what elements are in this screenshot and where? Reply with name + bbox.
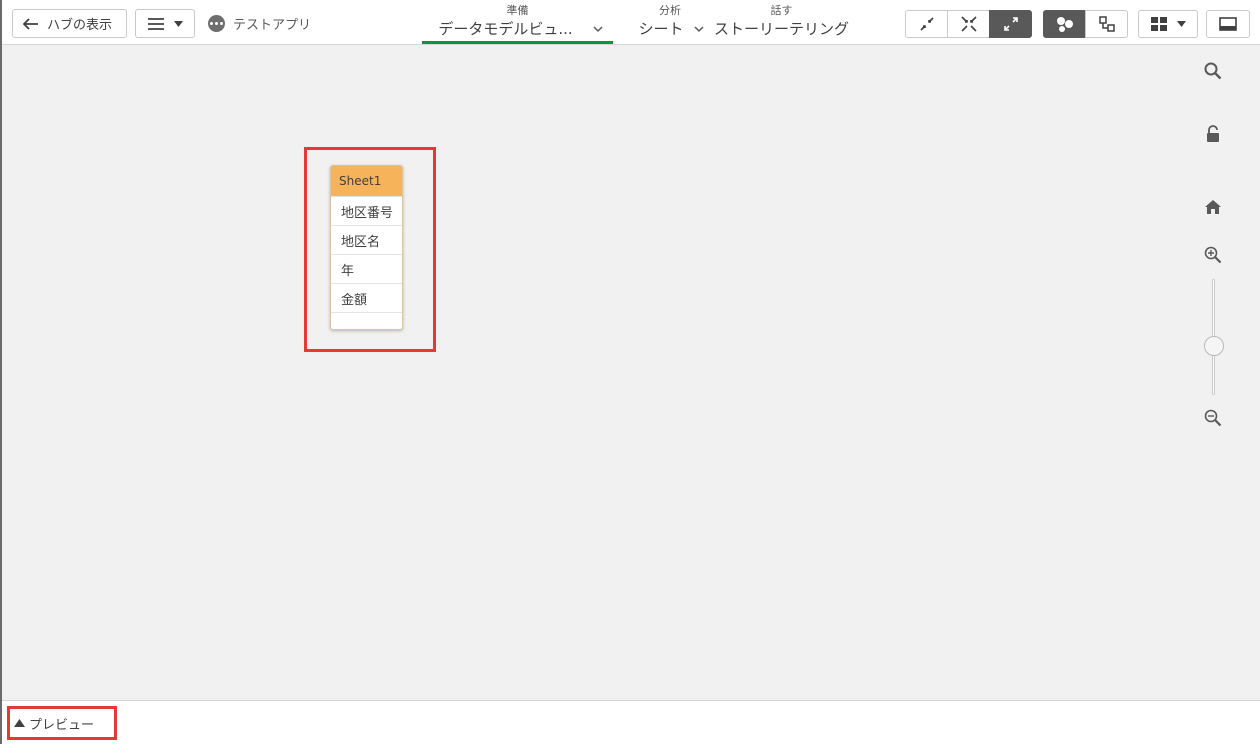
hamburger-icon [147,17,164,30]
search-button[interactable] [1197,59,1229,83]
zoom-out-icon [1204,409,1222,427]
layout-button[interactable] [1138,10,1198,38]
contract-arrows-icon [960,16,977,32]
table-footer [331,312,402,329]
chevron-down-icon[interactable] [694,26,704,33]
source-view-button[interactable] [1085,10,1128,38]
collapse-all-button[interactable] [905,10,948,38]
caret-down-icon [173,20,183,27]
table-card[interactable]: Sheet1 地区番号 地区名 年 金額 [330,165,403,330]
preview-toggle-button[interactable]: プレビュー [14,713,94,733]
table-field[interactable]: 金額 [331,283,402,312]
show-fields-button[interactable] [947,10,990,38]
expand-collapse-group [905,10,1032,38]
zoom-in-button[interactable] [1197,243,1229,267]
show-hub-button[interactable]: ハブの表示 [12,9,127,38]
table-field[interactable]: 年 [331,254,402,283]
panel-icon [1219,17,1237,31]
show-hub-label: ハブの表示 [47,18,113,33]
search-icon [1204,62,1222,80]
canvas-tools [1197,45,1231,700]
nav-analyze-tab[interactable]: 分析 シート [634,4,706,44]
chevron-down-icon[interactable] [593,26,603,33]
expand-all-button[interactable] [989,10,1032,38]
view-mode-group [1043,10,1128,38]
app-name: テストアプリ [233,17,312,33]
nav-narrate-top: 話す [770,4,793,17]
zoom-in-icon [1204,246,1222,264]
source-table-icon [1098,16,1115,32]
toggle-panel-button[interactable] [1206,10,1250,38]
preview-bar: プレビュー [2,700,1260,744]
table-field[interactable]: 地区番号 [331,196,402,225]
bubbles-icon [1056,17,1073,32]
expand-icon [1003,17,1018,31]
nav-prepare-main: データモデルビュ... [438,20,573,38]
grid-icon [1150,17,1167,31]
zoom-slider-handle[interactable] [1204,336,1224,356]
nav-narrate-main: ストーリーテリング [714,20,850,38]
nav-narrate-tab[interactable]: 話す ストーリーテリング [714,4,849,44]
more-icon [208,14,225,32]
global-menu-button[interactable] [135,9,195,38]
internal-view-button[interactable] [1043,10,1086,38]
nav-analyze-top: 分析 [659,4,681,17]
home-icon [1205,200,1221,214]
preview-label: プレビュー [29,717,95,733]
data-model-canvas[interactable]: Sheet1 地区番号 地区名 年 金額 [2,45,1260,700]
caret-down-icon [1176,21,1186,27]
table-field[interactable]: 地区名 [331,225,402,254]
home-button[interactable] [1197,195,1229,219]
nav-prepare-tab[interactable]: 準備 データモデルビュ... [422,4,613,44]
collapse-icon [919,17,934,31]
unlock-icon [1207,125,1219,142]
zoom-out-button[interactable] [1197,406,1229,430]
top-toolbar: ハブの表示 テストアプリ 準備 データモデルビュ... 分析 シート 話す スト… [2,0,1260,45]
caret-up-icon [14,719,25,727]
arrow-left-icon [23,17,38,30]
lock-button[interactable] [1197,122,1229,146]
nav-prepare-top: 準備 [506,4,529,17]
active-tab-indicator [422,41,613,44]
app-info[interactable]: テストアプリ [208,13,311,33]
table-header[interactable]: Sheet1 [331,166,402,196]
